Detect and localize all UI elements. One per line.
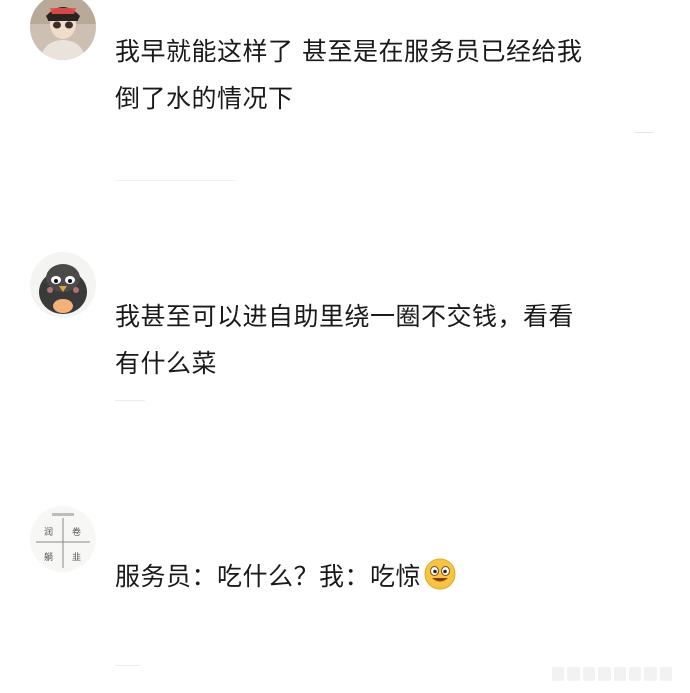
divider bbox=[115, 665, 140, 666]
avatar-grid-label: 卷 bbox=[72, 528, 82, 538]
avatar[interactable] bbox=[30, 252, 96, 318]
grinning-emoji-icon bbox=[424, 558, 456, 590]
avatar[interactable]: 润 卷 躺 韭 bbox=[30, 506, 96, 572]
comment-item: 我早就能这样了 甚至是在服务员已经给我 倒了水的情况下 bbox=[0, 0, 690, 200]
comment-text-line: 倒了水的情况下 bbox=[115, 84, 294, 113]
cartoon-bird-avatar-icon bbox=[30, 252, 96, 318]
comment-item: 润 卷 躺 韭 服务员：吃什么？我：吃惊 bbox=[0, 500, 690, 693]
comment-item: 我甚至可以进自助里绕一圈不交钱，看看 有什么菜 bbox=[0, 230, 690, 460]
comment-text: 我早就能这样了 甚至是在服务员已经给我 倒了水的情况下 bbox=[115, 28, 655, 122]
avatar-grid-labels: 润 卷 躺 韭 bbox=[30, 506, 96, 572]
comment-text-line: 有什么菜 bbox=[115, 349, 218, 378]
comment-text: 服务员：吃什么？我：吃惊 bbox=[115, 553, 655, 600]
comment-text: 我甚至可以进自助里绕一圈不交钱，看看 有什么菜 bbox=[115, 293, 655, 387]
watermark bbox=[552, 667, 672, 681]
avatar-grid-label: 润 bbox=[44, 528, 54, 538]
avatar-grid-label: 韭 bbox=[72, 553, 82, 563]
comment-text-line: 我早就能这样了 甚至是在服务员已经给我 bbox=[115, 37, 583, 66]
avatar[interactable] bbox=[30, 0, 96, 60]
divider bbox=[635, 132, 653, 133]
divider bbox=[115, 180, 235, 181]
avatar-grid-label: 躺 bbox=[44, 553, 54, 563]
user-photo-avatar-icon bbox=[30, 0, 96, 60]
divider bbox=[115, 400, 145, 401]
comment-text-line: 服务员：吃什么？我：吃惊 bbox=[115, 562, 422, 591]
comment-text-line: 我甚至可以进自助里绕一圈不交钱，看看 bbox=[115, 302, 575, 331]
